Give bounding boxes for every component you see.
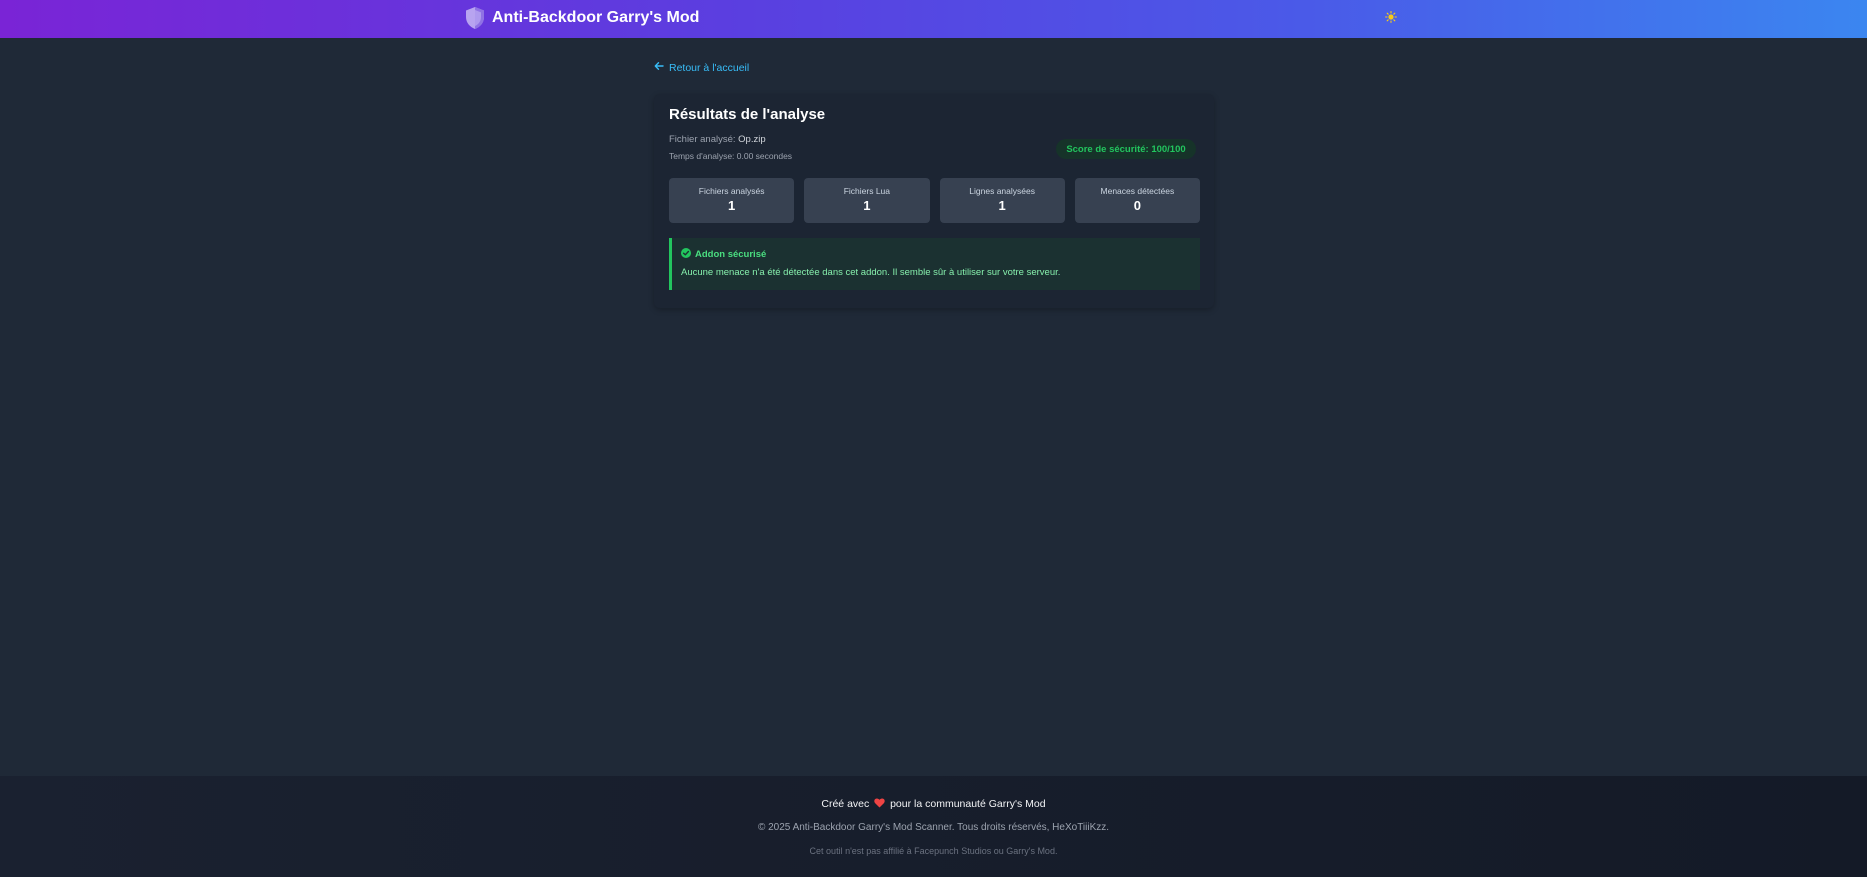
- analyzed-file: Fichier analysé: Op.zip: [669, 134, 766, 145]
- brand[interactable]: Anti-Backdoor Garry's Mod: [464, 4, 699, 32]
- alert-title: Addon sécurisé: [681, 248, 766, 261]
- footer: Créé avec pour la communauté Garry's Mod…: [0, 776, 1867, 877]
- footer-copyright: © 2025 Anti-Backdoor Garry's Mod Scanner…: [757, 822, 1110, 833]
- secure-addon-alert: Addon sécurisé Aucune menace n'a été dét…: [669, 238, 1200, 290]
- file-name: Op.zip: [738, 134, 766, 145]
- stat-label: Menaces détectées: [1100, 186, 1175, 196]
- stat-label: Fichiers Lua: [843, 186, 891, 196]
- made-suffix: pour la communauté Garry's Mod: [890, 798, 1046, 810]
- stat-value: 0: [1133, 198, 1141, 213]
- back-link-label: Retour à l'accueil: [669, 61, 750, 74]
- top-navbar: Anti-Backdoor Garry's Mod: [0, 0, 1867, 38]
- analysis-time: Temps d'analyse: 0.00 secondes: [669, 151, 793, 161]
- alert-title-text: Addon sécurisé: [695, 249, 767, 260]
- stat-value: 1: [998, 198, 1006, 213]
- arrow-left-icon: [654, 61, 664, 74]
- file-label: Fichier analysé:: [669, 134, 736, 145]
- stat-value: 1: [728, 198, 736, 213]
- stat-lines-analyzed: Lignes analysées 1: [939, 178, 1065, 223]
- stats-grid: Fichiers analysés 1 Fichiers Lua 1 Ligne…: [669, 178, 1200, 223]
- stat-lua-files: Fichiers Lua 1: [804, 178, 930, 223]
- alert-message: Aucune menace n'a été détectée dans cet …: [681, 267, 1061, 278]
- results-title: Résultats de l'analyse: [669, 106, 826, 123]
- sun-icon: [1385, 10, 1397, 27]
- security-score-badge: Score de sécurité: 100/100: [1056, 139, 1196, 159]
- results-card: Résultats de l'analyse Fichier analysé: …: [654, 94, 1214, 308]
- stat-files-analyzed: Fichiers analysés 1: [669, 178, 795, 223]
- footer-made-with: Créé avec pour la communauté Garry's Mod: [0, 798, 1867, 810]
- back-to-home-link[interactable]: Retour à l'accueil: [654, 61, 749, 74]
- stat-label: Fichiers analysés: [698, 186, 765, 196]
- footer-disclaimer: Cet outil n'est pas affilié à Facepunch …: [809, 846, 1058, 856]
- shield-icon: [464, 6, 486, 30]
- check-circle-icon: [681, 248, 691, 261]
- app-title: Anti-Backdoor Garry's Mod: [492, 9, 700, 26]
- heart-icon: [874, 798, 888, 810]
- stat-value: 1: [863, 198, 871, 213]
- theme-toggle-button[interactable]: [1385, 10, 1397, 23]
- stat-label: Lignes analysées: [969, 186, 1035, 196]
- made-prefix: Créé avec: [821, 798, 870, 810]
- stat-threats-detected: Menaces détectées 0: [1074, 178, 1200, 223]
- main-content: Retour à l'accueil Résultats de l'analys…: [654, 58, 1214, 308]
